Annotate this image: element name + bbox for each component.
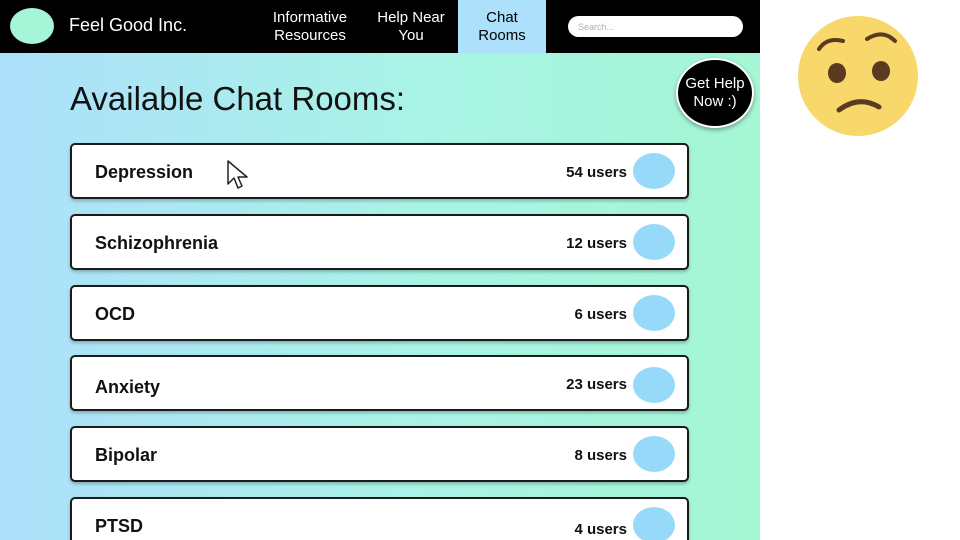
- page-title: Available Chat Rooms:: [70, 80, 406, 117]
- room-avatar: [633, 367, 675, 403]
- room-name: Bipolar: [95, 445, 158, 465]
- room-avatar: [633, 224, 675, 260]
- brand-name[interactable]: Feel Good Inc.: [69, 15, 187, 36]
- room-user-count: 8 users: [574, 447, 627, 464]
- room-name: Depression: [95, 162, 194, 182]
- room-user-count: 12 users: [566, 235, 627, 252]
- nav-item-label: Help Near You: [377, 8, 445, 44]
- logo-icon[interactable]: [10, 8, 54, 44]
- room-avatar: [633, 436, 675, 472]
- chat-room-item[interactable]: Depression 54 users: [70, 143, 689, 199]
- room-user-count: 6 users: [574, 306, 627, 323]
- chat-room-item[interactable]: PTSD 4 users: [70, 497, 689, 540]
- room-name: Schizophrenia: [95, 233, 219, 253]
- app-frame: Feel Good Inc. Informative Resources Hel…: [0, 0, 760, 540]
- room-avatar: [633, 295, 675, 331]
- room-name: Anxiety: [95, 377, 161, 397]
- room-user-count: 4 users: [574, 521, 627, 538]
- room-name: PTSD: [95, 516, 144, 536]
- chat-room-item[interactable]: Schizophrenia 12 users: [70, 214, 689, 270]
- nav-item-label: Informative Resources: [272, 8, 348, 44]
- top-navbar: Feel Good Inc. Informative Resources Hel…: [0, 0, 760, 53]
- room-avatar: [633, 507, 675, 540]
- nav-chat-rooms[interactable]: Chat Rooms: [458, 0, 546, 53]
- nav-help-near-you[interactable]: Help Near You: [366, 0, 456, 53]
- chat-room-item[interactable]: Anxiety 23 users: [70, 355, 689, 411]
- nav-informative-resources[interactable]: Informative Resources: [263, 0, 357, 53]
- search-input[interactable]: [568, 16, 743, 37]
- worried-face-emoji: [798, 16, 918, 136]
- room-avatar: [633, 153, 675, 189]
- get-help-button[interactable]: Get Help Now :): [676, 58, 754, 128]
- room-name: OCD: [95, 304, 135, 324]
- room-user-count: 54 users: [566, 164, 627, 181]
- chat-room-item[interactable]: Bipolar 8 users: [70, 426, 689, 482]
- chat-room-item[interactable]: OCD 6 users: [70, 285, 689, 341]
- nav-item-label: Chat Rooms: [478, 8, 526, 44]
- room-user-count: 23 users: [566, 376, 627, 393]
